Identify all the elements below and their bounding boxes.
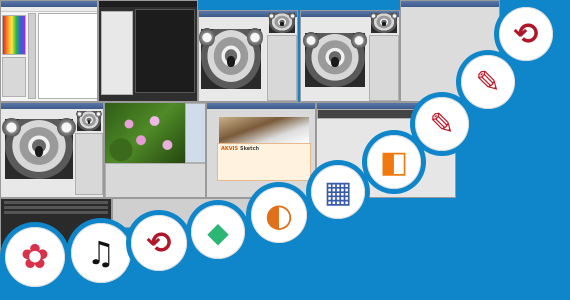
lotus-viewer-screenshot [104,102,206,198]
title-bar [99,1,197,7]
title-bar [401,1,499,7]
akvis-banner: AKVIS Sketch [217,143,311,181]
side-panel [369,35,399,101]
koala-photo [2,117,76,179]
akvis-title: AKVIS [221,146,239,152]
akvis-sketch-screenshot: AKVIS Sketch [206,102,316,198]
koala-editor-main-screenshot [198,10,298,102]
color-panel [2,15,26,55]
green-logo-icon: ◆ [207,215,229,249]
recycle-clip-icon-large-bubble[interactable]: ⟲ [494,2,558,66]
bird-sketch-image [219,117,309,143]
red-document-icon-2: ✎ [475,64,501,100]
tools-panel [28,13,36,99]
music-notes-icon: ♫ [86,234,116,272]
koala-thumbnail [267,12,297,33]
koala-photo [302,31,368,87]
koala-thumbnail [76,110,102,131]
koala-editor-secondary-screenshot [300,10,400,102]
title-bar [1,103,103,109]
camera-aperture-icon: ◐ [265,196,293,234]
recycle-clip-icon-large: ⟲ [513,16,539,52]
menu-bar [1,7,97,12]
koala-thumbnail [369,12,399,33]
camera-aperture-icon-bubble[interactable]: ◐ [246,182,312,248]
side-panel [267,35,297,101]
calendar-icon: ▦ [323,174,353,210]
koala-photo [199,27,264,89]
recycle-clip-icon-bubble[interactable]: ⟲ [126,210,192,276]
red-document-icon-1: ✎ [429,106,455,142]
calendar-icon-bubble[interactable]: ▦ [306,160,370,224]
music-notes-icon-bubble[interactable]: ♫ [66,218,136,288]
orange-blue-logo-icon: ◧ [379,144,409,180]
software-collage: { "background_color": "#0e86c9", "screen… [0,0,570,300]
layers-panel [2,57,26,97]
flower-app-icon-bubble[interactable]: ✿ [0,222,70,292]
tree-panel [135,9,195,93]
akvis-subtitle: Sketch [240,146,260,152]
flower-app-icon: ✿ [20,237,50,277]
title-bar [207,103,315,109]
canvas [38,13,97,99]
recycle-clip-icon: ⟲ [146,225,172,261]
image-processing-screenshot [98,0,198,102]
side-panel [75,133,103,195]
lotus-photo [105,103,185,163]
controls-panel [105,163,205,197]
green-logo-icon-bubble[interactable]: ◆ [186,200,250,264]
info-panel [185,103,205,163]
koala-editor-left-screenshot [0,102,104,198]
paint-app-screenshot [0,0,98,102]
settings-panel [101,11,133,95]
